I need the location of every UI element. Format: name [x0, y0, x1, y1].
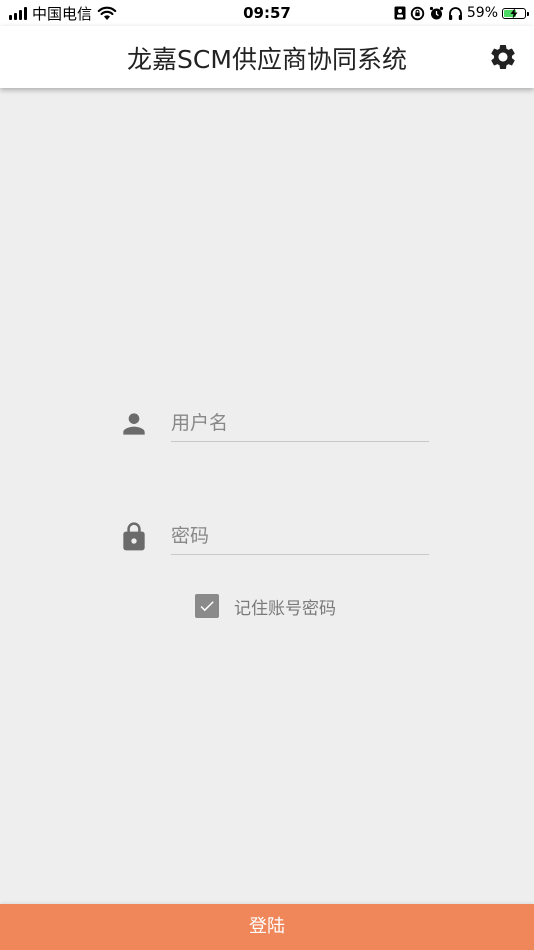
contact-icon — [394, 6, 406, 20]
remember-checkbox[interactable] — [195, 594, 219, 618]
lock-icon — [123, 522, 145, 551]
status-right: 59% — [394, 4, 529, 22]
username-input[interactable] — [171, 402, 429, 442]
remember-label: 记住账号密码 — [234, 598, 336, 619]
password-input[interactable] — [171, 515, 429, 555]
person-icon — [123, 413, 145, 435]
gear-icon — [491, 44, 515, 69]
headphones-icon — [448, 6, 462, 20]
remember-credentials[interactable]: 记住账号密码 — [195, 593, 336, 619]
battery-icon — [502, 7, 529, 19]
checkmark-icon — [200, 601, 214, 612]
status-bar: 中国电信 09:57 59% — [0, 0, 534, 26]
login-button[interactable]: 登陆 — [0, 904, 534, 950]
username-field — [118, 402, 430, 446]
page-title: 龙嘉SCM供应商协同系统 — [127, 45, 407, 74]
rotation-lock-icon — [410, 6, 425, 20]
alarm-icon — [429, 6, 443, 19]
settings-button[interactable] — [488, 42, 518, 72]
battery-percent: 59% — [466, 5, 498, 21]
app-bar: 龙嘉SCM供应商协同系统 — [0, 26, 534, 88]
password-field — [118, 515, 430, 559]
